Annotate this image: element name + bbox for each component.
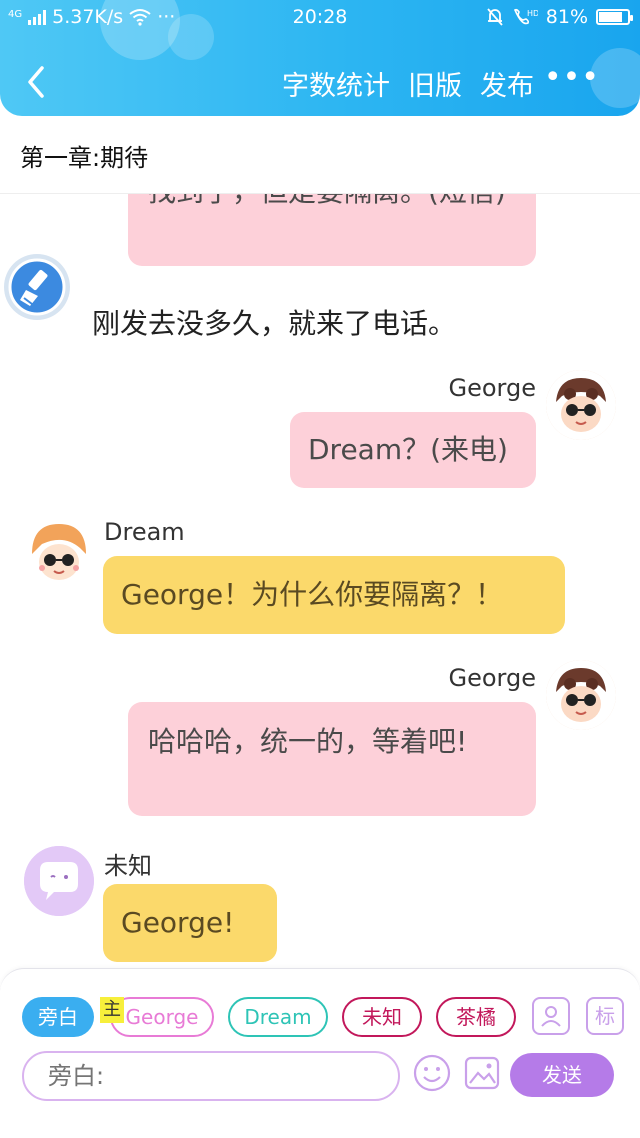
publish-button[interactable]: 发布 bbox=[480, 64, 534, 103]
message-text: 找到了，但是要隔离。(短信) bbox=[148, 194, 506, 208]
status-bar: 4G 5.37K/s ··· 20:28 HD 81% bbox=[0, 0, 640, 34]
main-character-mark: 主 bbox=[100, 997, 124, 1023]
chapter-header: 第一章:期待 bbox=[0, 116, 640, 194]
speaker-name: George bbox=[448, 374, 537, 402]
svg-text:HD: HD bbox=[527, 9, 538, 18]
role-chip-george[interactable]: George bbox=[110, 997, 214, 1037]
dream-face-icon bbox=[24, 518, 94, 588]
chat-area[interactable]: 找到了，但是要隔离。(短信) 刚发去没多久，就来了电话。 George Drea… bbox=[0, 194, 640, 968]
mark-button[interactable]: 标 bbox=[586, 997, 624, 1035]
chat-bubble-face-icon bbox=[24, 846, 94, 916]
george-face-icon bbox=[546, 660, 616, 730]
message-text: George! bbox=[121, 906, 235, 939]
header-actions: 字数统计 旧版 发布 bbox=[282, 64, 534, 103]
add-role-button[interactable] bbox=[532, 997, 570, 1035]
message-bubble[interactable]: Dream？(来电) bbox=[290, 412, 536, 488]
unknown-avatar[interactable] bbox=[24, 846, 94, 916]
send-button[interactable]: 发送 bbox=[510, 1053, 614, 1097]
role-chip-narrator[interactable]: 旁白 bbox=[22, 997, 94, 1037]
speaker-name: George bbox=[448, 664, 537, 692]
composer-panel: 旁白 George 主 Dream 未知 茶橘 标 发送 bbox=[0, 968, 640, 1138]
role-chip-tea[interactable]: 茶橘 bbox=[436, 997, 516, 1037]
mute-bell-icon bbox=[487, 8, 503, 26]
more-menu-button[interactable]: ••• bbox=[544, 63, 600, 93]
message-text: Dream？(来电) bbox=[308, 433, 508, 466]
george-avatar[interactable] bbox=[546, 370, 616, 440]
narrator-avatar[interactable] bbox=[4, 254, 70, 320]
image-button[interactable] bbox=[462, 1053, 502, 1093]
role-chip-dream[interactable]: Dream bbox=[228, 997, 328, 1037]
narration-text: 刚发去没多久，就来了电话。 bbox=[92, 307, 457, 340]
emoji-button[interactable] bbox=[412, 1053, 452, 1093]
old-version-button[interactable]: 旧版 bbox=[408, 64, 462, 103]
speaker-name: Dream bbox=[104, 518, 185, 546]
george-avatar[interactable] bbox=[546, 660, 616, 730]
image-icon bbox=[464, 1056, 500, 1090]
message-bubble[interactable]: 找到了，但是要隔离。(短信) bbox=[128, 194, 536, 266]
chevron-left-icon bbox=[28, 66, 44, 98]
top-app-bar: 4G 5.37K/s ··· 20:28 HD 81% 字数统计 旧版 发布 •… bbox=[0, 0, 640, 116]
chapter-title: 第一章:期待 bbox=[20, 144, 149, 172]
role-chip-unknown[interactable]: 未知 bbox=[342, 997, 422, 1037]
message-text: 哈哈哈，统一的，等着吧! bbox=[148, 725, 468, 758]
word-count-button[interactable]: 字数统计 bbox=[282, 64, 390, 103]
back-button[interactable] bbox=[22, 60, 54, 104]
person-icon bbox=[541, 1006, 561, 1027]
battery-fill bbox=[599, 12, 622, 22]
battery-icon bbox=[596, 9, 633, 25]
message-input[interactable] bbox=[22, 1051, 400, 1101]
message-bubble[interactable]: 哈哈哈，统一的，等着吧! bbox=[128, 702, 536, 816]
smiley-icon bbox=[413, 1054, 451, 1092]
dream-avatar[interactable] bbox=[24, 518, 94, 588]
message-bubble[interactable]: George！为什么你要隔离？！ bbox=[103, 556, 565, 634]
message-text: George！为什么你要隔离？！ bbox=[121, 578, 504, 611]
speaker-name: 未知 bbox=[104, 852, 152, 880]
brush-icon bbox=[8, 258, 66, 316]
george-face-icon bbox=[546, 370, 616, 440]
hd-call-icon: HD bbox=[513, 8, 538, 25]
message-bubble[interactable]: George! bbox=[103, 884, 277, 962]
battery-percent: 81% bbox=[545, 6, 588, 28]
status-right: HD 81% bbox=[486, 6, 633, 28]
